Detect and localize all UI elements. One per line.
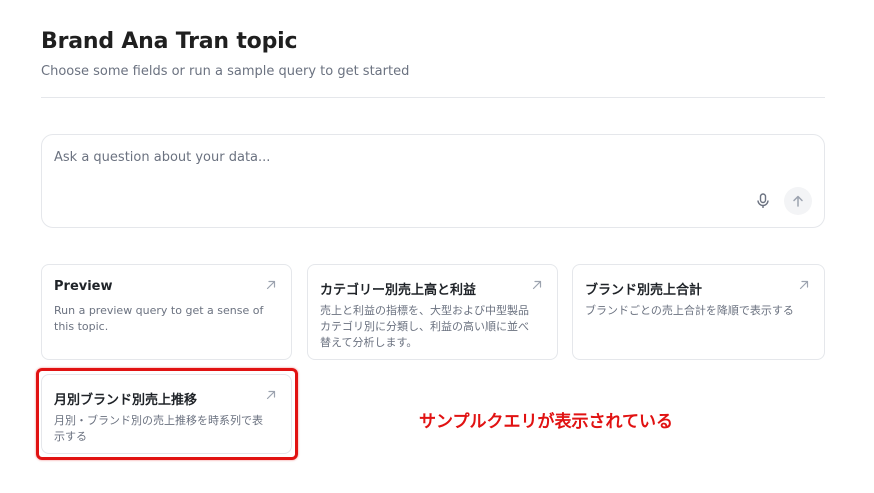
sample-query-card-preview[interactable]: Preview Run a preview query to get a sen… xyxy=(41,264,292,360)
card-title: 月別ブランド別売上推移 xyxy=(54,393,198,408)
card-description: Run a preview query to get a sense of th… xyxy=(54,304,264,333)
card-title: Preview xyxy=(54,279,113,294)
ask-question-box[interactable] xyxy=(41,134,825,228)
sample-query-card-sales-by-brand[interactable]: ブランド別売上合計 ブランドごとの売上合計を降順で表示する xyxy=(572,264,825,360)
annotation-text: サンプルクエリが表示されている xyxy=(419,412,673,432)
ask-question-input[interactable] xyxy=(54,150,744,165)
header-divider xyxy=(41,97,825,98)
page-title: Brand Ana Tran topic xyxy=(41,29,298,54)
arrow-up-right-icon xyxy=(799,280,809,290)
send-button[interactable] xyxy=(784,187,812,215)
arrow-up-right-icon xyxy=(266,280,276,290)
arrow-up-right-icon xyxy=(266,390,276,400)
card-description: ブランドごとの売上合計を降順で表示する xyxy=(585,304,794,317)
card-title: カテゴリー別売上高と利益 xyxy=(320,283,477,298)
card-description: 売上と利益の指標を、大型および中型製品カテゴリ別に分類し、利益の高い順に並べ替え… xyxy=(320,304,529,349)
card-description: 月別・ブランド別の売上推移を時系列で表示する xyxy=(54,414,263,443)
arrow-up-right-icon xyxy=(532,280,542,290)
card-title: ブランド別売上合計 xyxy=(585,283,703,298)
sample-query-card-monthly-brand-sales[interactable]: 月別ブランド別売上推移 月別・ブランド別の売上推移を時系列で表示する xyxy=(41,374,292,454)
sample-query-card-sales-by-category[interactable]: カテゴリー別売上高と利益 売上と利益の指標を、大型および中型製品カテゴリ別に分類… xyxy=(307,264,558,360)
arrow-up-icon xyxy=(793,195,803,207)
page-subtitle: Choose some fields or run a sample query… xyxy=(41,64,410,79)
microphone-icon xyxy=(757,193,769,208)
voice-input-button[interactable] xyxy=(751,188,775,214)
